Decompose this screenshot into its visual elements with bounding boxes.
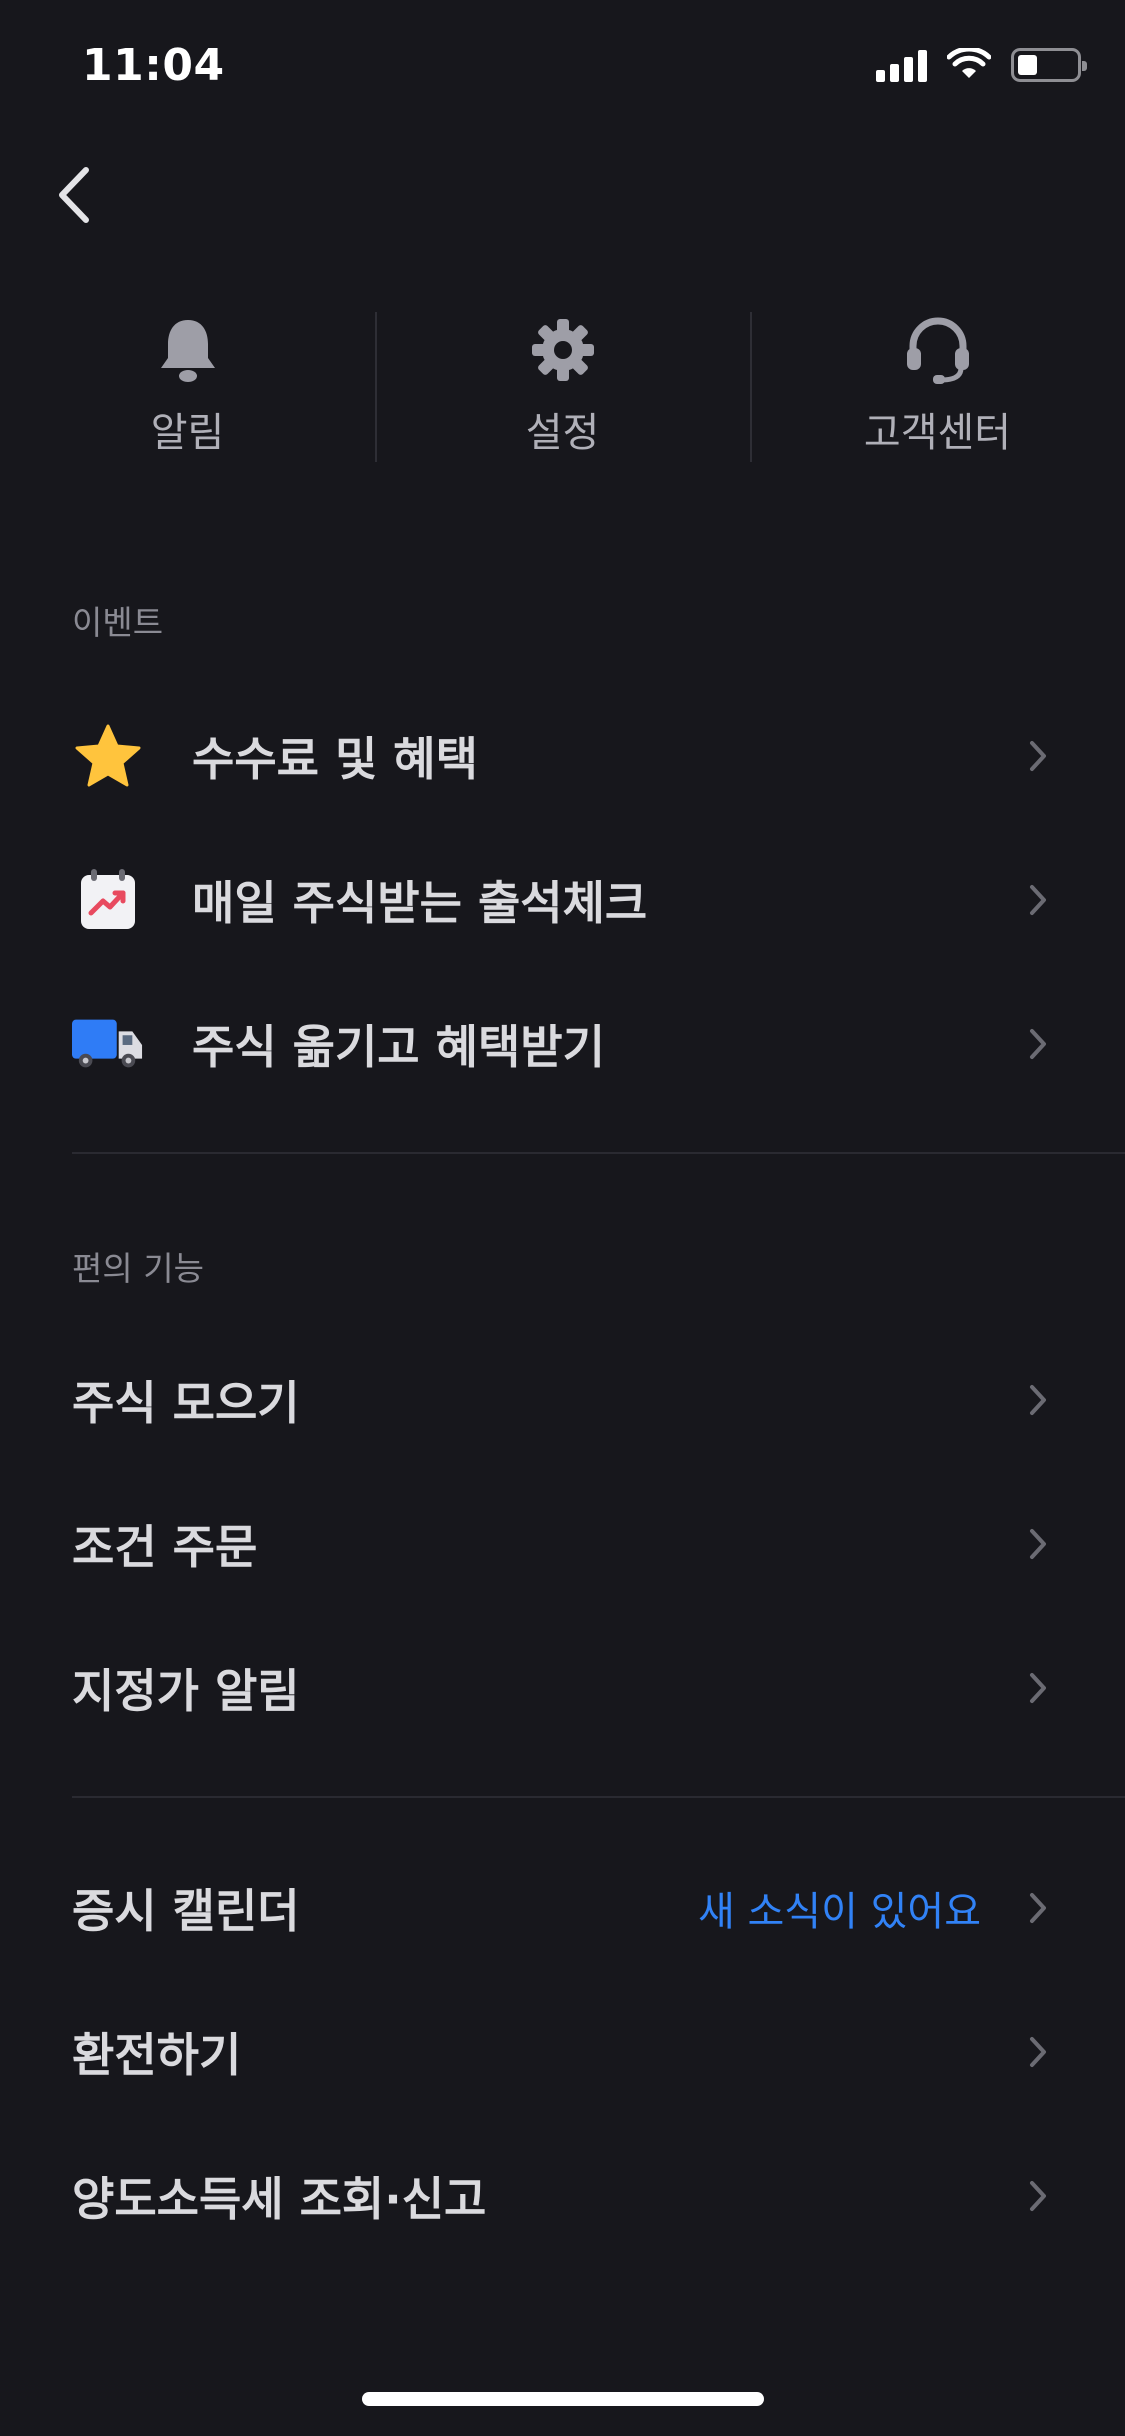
home-indicator[interactable] (362, 2392, 764, 2406)
section-divider (72, 1152, 1125, 1154)
list-item-attendance-check[interactable]: 매일 주식받는 출석체크 (0, 830, 1125, 970)
status-icons (876, 48, 1087, 82)
calendar-chart-icon (72, 864, 144, 936)
chevron-right-icon (1023, 1522, 1053, 1566)
list-item-currency-exchange[interactable]: 환전하기 (0, 1982, 1125, 2122)
list-item-conditional-order[interactable]: 조건 주문 (0, 1474, 1125, 1614)
list-item-label: 수수료 및 혜택 (192, 732, 478, 786)
chevron-right-icon (1023, 878, 1053, 922)
quick-item-label: 알림 (150, 410, 225, 456)
chevron-right-icon (1023, 1378, 1053, 1422)
list-item-label: 양도소득세 조회·신고 (72, 2172, 487, 2226)
cellular-signal-icon (876, 48, 927, 82)
list-item-label: 주식 모으기 (72, 1376, 300, 1430)
chevron-right-icon (1023, 2030, 1053, 2074)
list-item-label: 주식 옮기고 혜택받기 (192, 1020, 605, 1074)
bell-icon (152, 314, 224, 386)
list-item-transfer-stocks[interactable]: 주식 옮기고 혜택받기 (0, 974, 1125, 1114)
quick-item-label: 설정 (525, 410, 600, 456)
headset-icon (902, 314, 974, 386)
list-item-label: 환전하기 (72, 2028, 242, 2082)
battery-icon (1011, 48, 1087, 82)
status-time: 11:04 (82, 40, 225, 91)
quick-item-label: 고객센터 (863, 410, 1012, 456)
truck-icon (72, 1008, 144, 1080)
wifi-icon (947, 48, 991, 78)
quick-item-customer-center[interactable]: 고객센터 (750, 300, 1125, 470)
chevron-left-icon (59, 167, 89, 223)
chevron-right-icon (1023, 2174, 1053, 2218)
chevron-right-icon (1023, 1666, 1053, 1710)
list-item-label: 매일 주식받는 출석체크 (192, 876, 648, 930)
quick-menu: 알림 설정 고객센터 (0, 300, 1125, 470)
screen: 11:04 알림 설정 고객센터 이벤트 수수료 및 혜택 매일 주식받는 출석… (0, 0, 1125, 2436)
list-item-label: 조건 주문 (72, 1520, 258, 1574)
list-item-label: 지정가 알림 (72, 1664, 300, 1718)
back-button[interactable] (44, 160, 104, 230)
section-divider (72, 1796, 1125, 1798)
chevron-right-icon (1023, 1022, 1053, 1066)
new-news-badge: 새 소식이 있어요 (697, 1889, 981, 1935)
chevron-right-icon (1023, 734, 1053, 778)
star-icon (72, 720, 144, 792)
quick-item-settings[interactable]: 설정 (375, 300, 750, 470)
list-item-capital-gains-tax[interactable]: 양도소득세 조회·신고 (0, 2126, 1125, 2266)
list-item-fees-benefits[interactable]: 수수료 및 혜택 (0, 686, 1125, 826)
list-item-market-calendar[interactable]: 증시 캘린더 새 소식이 있어요 (0, 1838, 1125, 1978)
list-item-label: 증시 캘린더 (72, 1884, 300, 1938)
status-bar: 11:04 (0, 0, 1125, 140)
quick-item-notifications[interactable]: 알림 (0, 300, 375, 470)
list-item-collect-stocks[interactable]: 주식 모으기 (0, 1330, 1125, 1470)
section-header-events: 이벤트 (72, 603, 164, 642)
chevron-right-icon (1023, 1886, 1053, 1930)
gear-icon (527, 314, 599, 386)
list-item-limit-price-alert[interactable]: 지정가 알림 (0, 1618, 1125, 1758)
section-header-convenience: 편의 기능 (72, 1249, 204, 1288)
